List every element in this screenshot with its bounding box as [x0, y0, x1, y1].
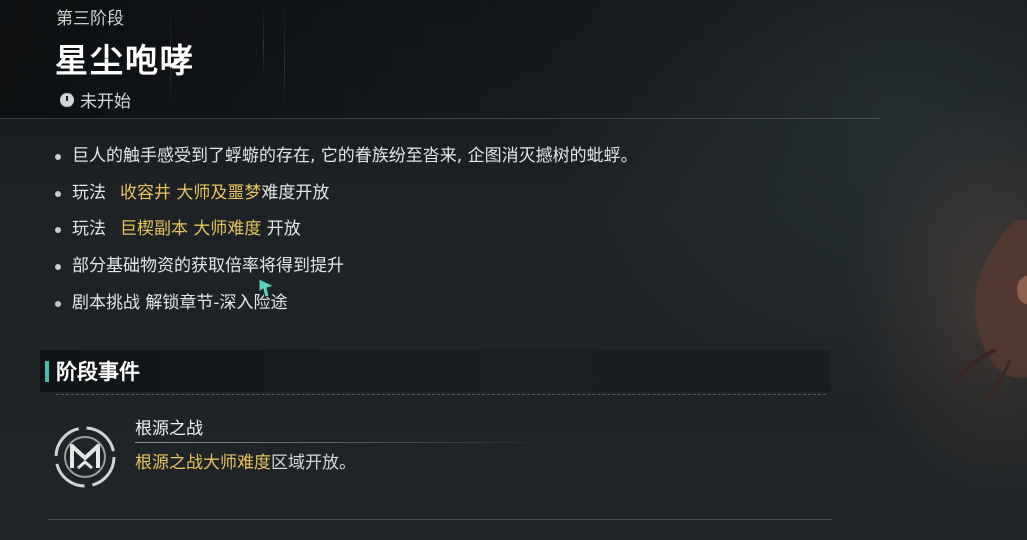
divider [56, 394, 826, 395]
event-item[interactable]: 根源之战 根源之战大师难度区域开放。 [40, 406, 830, 506]
bullet-highlight: 巨楔副本 大师难度 [120, 219, 262, 240]
list-item: 巨人的触手感受到了蜉蝣的存在, 它的眷族纷至沓来, 企图消灭撼树的蚍蜉。 [52, 138, 638, 175]
event-desc-text: 区域开放。 [271, 453, 356, 473]
phase-label: 第三阶段 [56, 9, 124, 29]
mouse-cursor-icon [258, 278, 276, 298]
list-item: 部分基础物资的获取倍率将得到提升 [52, 248, 638, 285]
event-description: 根源之战大师难度区域开放。 [135, 448, 356, 473]
divider [48, 519, 832, 520]
event-desc-highlight: 根源之战大师难度 [135, 453, 271, 473]
section-title: 阶段事件 [56, 360, 140, 384]
bullet-text: 巨人的触手感受到了蜉蝣的存在, 它的眷族纷至沓来, 企图消灭撼树的蚍蜉。 [72, 146, 638, 166]
status-indicator: 未开始 [60, 87, 131, 112]
list-item: 玩法 收容井 大师及噩梦难度开放 [52, 175, 638, 212]
list-item: 玩法 巨楔副本 大师难度 开放 [52, 211, 638, 248]
phase-details-list: 巨人的触手感受到了蜉蝣的存在, 它的眷族纷至沓来, 企图消灭撼树的蚍蜉。 玩法收… [52, 138, 638, 321]
bullet-text: 难度开放 [261, 182, 330, 203]
section-accent-bar [45, 361, 49, 382]
header-panel: 第三阶段 星尘咆哮 未开始 [0, 0, 880, 119]
bullet-text: 玩法 [72, 219, 106, 240]
emblem-icon [54, 426, 116, 488]
status-text: 未开始 [80, 92, 131, 112]
section-header: 阶段事件 [40, 350, 830, 392]
bullet-text: 部分基础物资的获取倍率将得到提升 [72, 256, 344, 277]
bullet-text: 玩法 [72, 182, 106, 203]
bullet-text: 开放 [261, 219, 301, 240]
bullet-highlight: 收容井 大师及噩梦 [120, 182, 262, 203]
clock-icon [60, 92, 74, 107]
event-name: 根源之战 [135, 419, 203, 439]
page-title: 星尘咆哮 [55, 41, 195, 80]
list-item: 剧本挑战 解锁章节-深入险途 [52, 285, 638, 322]
event-divider [135, 442, 555, 443]
bullet-text: 剧本挑战 解锁章节-深入险途 [72, 292, 288, 313]
creature-illustration [955, 220, 1027, 400]
